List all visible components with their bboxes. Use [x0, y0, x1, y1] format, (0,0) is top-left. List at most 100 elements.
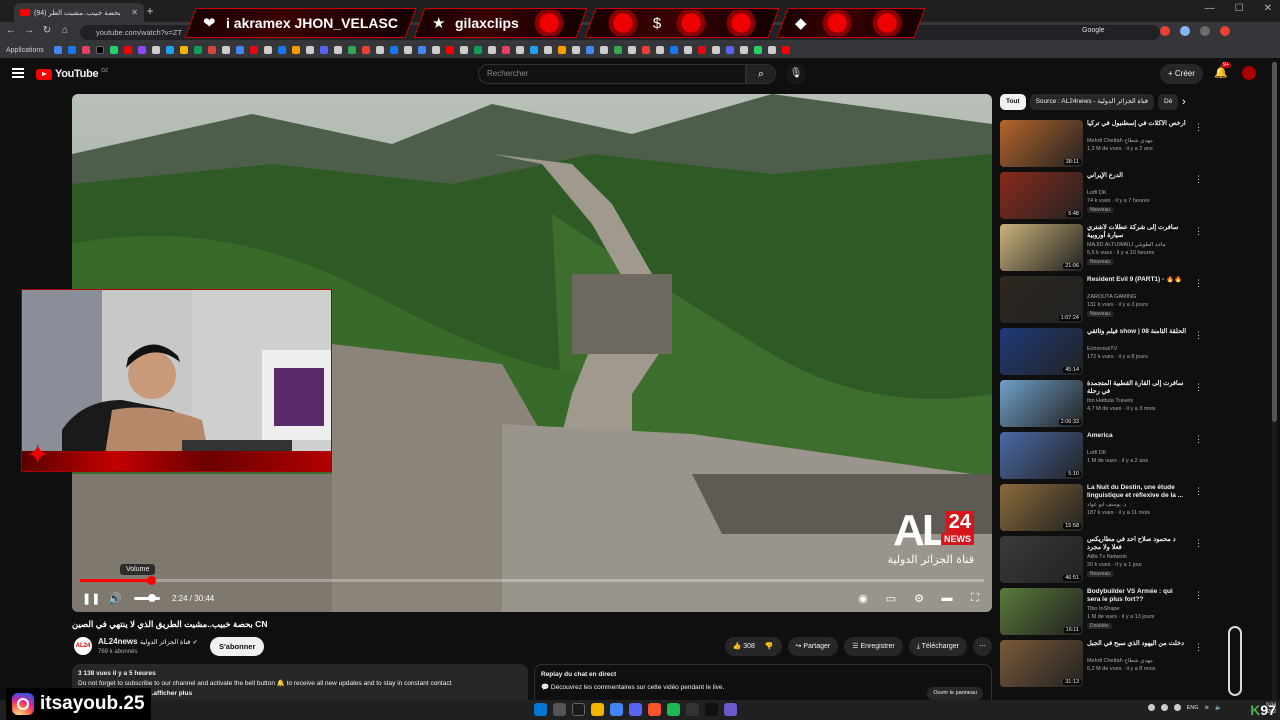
recommendation-title[interactable]: دخلت من اليهود الذي سبح في الجبل: [1087, 640, 1187, 648]
bookmark-icon[interactable]: [389, 46, 398, 54]
more-actions-button[interactable]: ⋯: [973, 637, 992, 656]
chrome-icon[interactable]: [610, 703, 623, 716]
video-thumbnail[interactable]: 5:10: [1000, 432, 1083, 479]
recommendation-channel[interactable]: EchoroukTV: [1087, 346, 1187, 352]
bookmark-icon[interactable]: [165, 46, 174, 54]
spotify-icon[interactable]: [667, 703, 680, 716]
maximize-button[interactable]: ☐: [1235, 3, 1244, 14]
more-vertical-icon[interactable]: ⋮: [1194, 382, 1203, 393]
chip-all[interactable]: Tout: [1000, 94, 1026, 110]
chevron-right-icon[interactable]: ›: [1182, 96, 1186, 108]
forward-button[interactable]: →: [22, 25, 36, 36]
bookmark-icon[interactable]: [361, 46, 370, 54]
windows-start-icon[interactable]: [534, 703, 547, 716]
recommendation-item[interactable]: 45:14 فيلم وثائقي show | الحلقة الثامنة 0…: [1000, 326, 1203, 378]
tray-icon[interactable]: [1173, 704, 1181, 711]
bookmark-icon[interactable]: [431, 46, 440, 54]
recommendation-channel[interactable]: Mehdi Chettah مهدي شطاح: [1087, 138, 1187, 144]
more-vertical-icon[interactable]: ⋮: [1194, 278, 1203, 289]
bookmark-icon[interactable]: [81, 46, 90, 54]
video-thumbnail[interactable]: 21:06: [1000, 224, 1083, 271]
tray-icon[interactable]: [1147, 704, 1155, 711]
close-window-button[interactable]: ✕: [1264, 3, 1272, 14]
home-button[interactable]: ⌂: [58, 25, 72, 36]
bookmark-icon[interactable]: [249, 46, 258, 54]
recommendation-channel[interactable]: Mehdi Chettah مهدي شطاح: [1087, 658, 1187, 664]
tray-icon[interactable]: [1160, 704, 1168, 711]
subtitles-icon[interactable]: ▭: [884, 592, 898, 605]
bookmark-icon[interactable]: [781, 46, 790, 54]
recommendation-channel[interactable]: Ibn Hattuta Travels: [1087, 398, 1187, 404]
bookmark-icon[interactable]: [739, 46, 748, 54]
language-indicator[interactable]: ENG: [1187, 705, 1199, 711]
recommendation-title[interactable]: America: [1087, 432, 1187, 440]
bookmark-icon[interactable]: [375, 46, 384, 54]
recommendation-item[interactable]: 1:07:24 Resident Evil 9 (PART1) - 🔥🔥 ZAROU…: [1000, 274, 1203, 326]
bookmark-icon[interactable]: [347, 46, 356, 54]
page-scrollbar[interactable]: [1272, 62, 1277, 702]
capcut-icon[interactable]: [705, 703, 718, 716]
more-vertical-icon[interactable]: ⋮: [1194, 538, 1203, 549]
bookmark-icon[interactable]: [221, 46, 230, 54]
thumbs-down-icon[interactable]: 👎: [765, 643, 774, 650]
bookmark-icon[interactable]: [277, 46, 286, 54]
bookmark-icon[interactable]: [403, 46, 412, 54]
channel-name[interactable]: AL24news قناة الجزائر الدولية ✔: [98, 637, 198, 646]
recommendation-channel[interactable]: Lotfi DK: [1087, 450, 1187, 456]
bookmark-icon[interactable]: [515, 46, 524, 54]
bookmark-icon[interactable]: [207, 46, 216, 54]
scrollbar-thumb[interactable]: [1272, 62, 1277, 422]
hamburger-menu-icon[interactable]: [12, 68, 24, 78]
wifi-icon[interactable]: ≋: [1205, 705, 1210, 711]
recommendation-item[interactable]: 46:51 د محمود صلاح أحد في مطاريكس فعلا ول…: [1000, 534, 1203, 586]
recommendation-channel[interactable]: Tibo InShape: [1087, 606, 1187, 612]
theater-mode-icon[interactable]: ▬: [940, 592, 954, 604]
app-icon[interactable]: [724, 703, 737, 716]
bookmark-icon[interactable]: [599, 46, 608, 54]
volume-slider[interactable]: [134, 593, 160, 602]
bookmark-icon[interactable]: [123, 46, 132, 54]
video-thumbnail[interactable]: 45:14: [1000, 328, 1083, 375]
bookmark-icon[interactable]: [767, 46, 776, 54]
more-vertical-icon[interactable]: ⋮: [1194, 330, 1203, 341]
bookmark-icon[interactable]: [501, 46, 510, 54]
recommendation-item[interactable]: 5:48 الدرع الإيراني Lotfi DK 74 k vues · il…: [1000, 170, 1203, 222]
bookmark-icon[interactable]: [487, 46, 496, 54]
browser-tab-youtube[interactable]: بحصة خبيب..مشيت الطر (94) ✕: [14, 3, 144, 22]
reload-button[interactable]: ↻: [40, 25, 54, 36]
bookmark-icon[interactable]: [263, 46, 272, 54]
recommendation-title[interactable]: Bodybuilder VS Armée : qui sera le plus …: [1087, 588, 1187, 604]
task-view-icon[interactable]: [572, 703, 585, 716]
account-avatar[interactable]: [1242, 66, 1256, 80]
profile-icon[interactable]: [1220, 26, 1230, 36]
bookmark-icon[interactable]: [641, 46, 650, 54]
recommendation-item[interactable]: 38:11 أرخص الأكلات في إسطنبول في تركيا Meh…: [1000, 118, 1203, 170]
new-tab-button[interactable]: +: [142, 3, 158, 19]
bookmark-icon[interactable]: [683, 46, 692, 54]
video-thumbnail[interactable]: 31:13: [1000, 640, 1083, 687]
bookmark-icon[interactable]: [305, 46, 314, 54]
video-thumbnail[interactable]: 5:48: [1000, 172, 1083, 219]
bookmark-icon[interactable]: [137, 46, 146, 54]
recommendation-channel[interactable]: ZAROUTA GAMING: [1087, 294, 1187, 300]
recommendation-title[interactable]: أرخص الأكلات في إسطنبول في تركيا: [1087, 120, 1187, 128]
recommendation-channel[interactable]: MAJID ALTUWAILI ماجد الطويلي: [1087, 242, 1187, 248]
brave-icon[interactable]: [648, 703, 661, 716]
more-vertical-icon[interactable]: ⋮: [1194, 642, 1203, 653]
pause-icon[interactable]: ❚❚: [82, 592, 100, 605]
bookmark-icon[interactable]: [697, 46, 706, 54]
bookmark-icon[interactable]: [557, 46, 566, 54]
bookmark-icon[interactable]: [725, 46, 734, 54]
share-button[interactable]: ↪ Partager: [787, 637, 839, 656]
bookmark-icon[interactable]: [109, 46, 118, 54]
chip-source[interactable]: Source : AL24news - قناة الجزائر الدولية: [1029, 94, 1154, 110]
channel-avatar[interactable]: AL24: [74, 637, 92, 655]
voice-search-button[interactable]: 🎙: [786, 64, 806, 84]
bookmark-icon[interactable]: [585, 46, 594, 54]
recommendation-item[interactable]: 2:06:33 سافرت إلى القارة القطبية المتجمدة…: [1000, 378, 1203, 430]
recommendation-item[interactable]: 16:11 Bodybuilder VS Armée : qui sera le …: [1000, 586, 1203, 638]
recommendation-title[interactable]: د محمود صلاح أحد في مطاريكس فعلا ولا مجر…: [1087, 536, 1187, 552]
bookmark-icon[interactable]: [571, 46, 580, 54]
more-vertical-icon[interactable]: ⋮: [1194, 122, 1203, 133]
bookmark-icon[interactable]: [655, 46, 664, 54]
